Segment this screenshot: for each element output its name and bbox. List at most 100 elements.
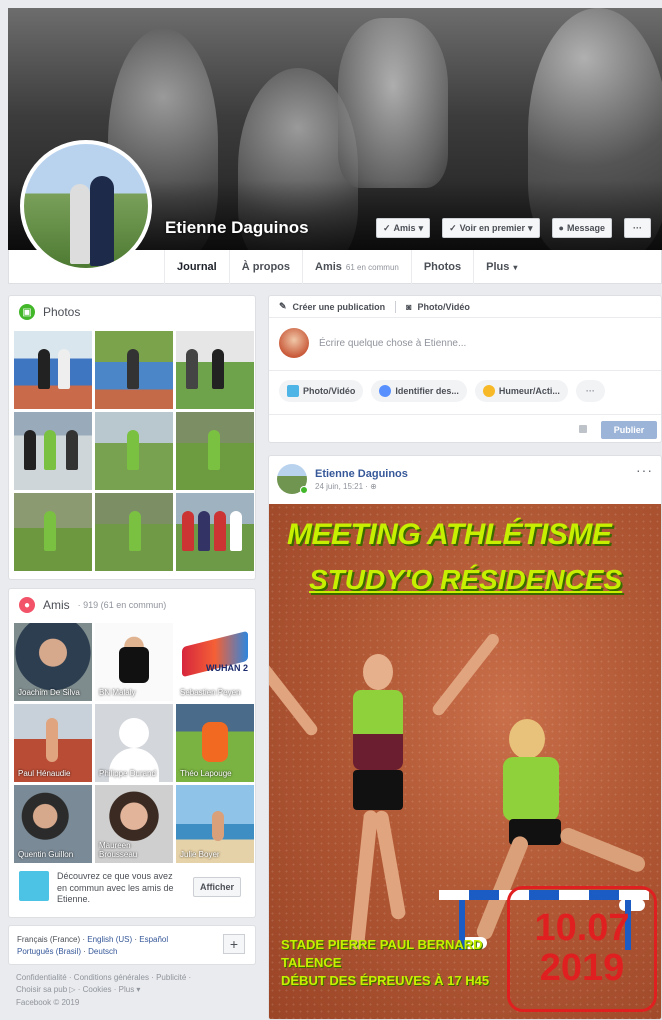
caret-down-icon: ▾ — [513, 262, 518, 272]
photo-icon — [287, 385, 299, 397]
check-icon: ✓ — [449, 222, 457, 233]
composer-options: Photo/Vidéo Identifier des... Humeur/Act… — [279, 380, 605, 402]
see-first-button[interactable]: ✓ Voir en premier ▾ — [442, 218, 540, 238]
friend-tile[interactable]: Julie Boyer — [176, 785, 254, 863]
photo-video-option[interactable]: Photo/Vidéo — [279, 380, 364, 402]
photo-thumbnail[interactable] — [14, 331, 92, 409]
photo-video-tab[interactable]: Photo/Vidéo — [418, 302, 470, 312]
show-button[interactable]: Afficher — [193, 877, 242, 897]
publish-button[interactable]: Publier — [601, 421, 657, 439]
profile-picture-person — [90, 176, 114, 266]
create-post-tab[interactable]: Créer une publication — [293, 302, 386, 312]
footer-links[interactable]: Confidentialité · Conditions générales ·… — [16, 972, 254, 984]
footer-links[interactable]: Choisir sa pub ▷ · Cookies · Plus ▾ — [16, 984, 254, 996]
messenger-icon: ● — [558, 223, 564, 233]
friends-button-label: Amis — [393, 223, 416, 233]
tab-label: À propos — [241, 261, 291, 273]
more-options-button[interactable]: ··· — [575, 380, 605, 402]
photos-card-header[interactable]: ▣ Photos — [9, 296, 255, 328]
composer-footer: Publier — [269, 414, 661, 444]
photos-icon: ▣ — [19, 304, 35, 320]
photo-thumbnail[interactable] — [176, 412, 254, 490]
photo-thumbnail[interactable] — [176, 331, 254, 409]
friend-name[interactable]: Théo Lapouge — [180, 769, 252, 778]
profile-picture[interactable] — [20, 140, 152, 272]
post-options-button[interactable]: ··· — [636, 462, 653, 478]
avatar[interactable] — [277, 464, 308, 494]
friend-tile[interactable]: Paul Hénaudie — [14, 704, 92, 782]
friend-tile[interactable]: Maureen Brousseau — [95, 785, 173, 863]
feeling-activity-option[interactable]: Humeur/Acti... — [474, 380, 568, 402]
message-button-label: Message — [566, 223, 605, 233]
divider — [395, 300, 397, 313]
photo-thumbnail[interactable] — [95, 412, 173, 490]
friend-name[interactable]: Philippe Durand — [99, 769, 171, 778]
composer-tabs: ✎ Créer une publication ◙ Photo/Vidéo — [269, 296, 661, 318]
language-link[interactable]: Español — [139, 935, 168, 944]
default-avatar-icon — [119, 718, 149, 748]
venue-line: STADE PIERRE PAUL BERNARD — [281, 937, 483, 952]
check-icon: ✓ — [383, 222, 391, 233]
friend-tile[interactable]: WUHAN 2 Sebastien Peyen — [176, 623, 254, 701]
add-language-button[interactable]: + — [223, 934, 245, 954]
profile-name[interactable]: Etienne Daguinos — [165, 218, 309, 238]
post-composer: ✎ Créer une publication ◙ Photo/Vidéo Éc… — [268, 295, 662, 443]
message-button[interactable]: ● Message — [551, 218, 612, 238]
tab-more[interactable]: Plus ▾ — [473, 250, 529, 284]
friend-name[interactable]: Maureen Brousseau — [99, 841, 171, 859]
friend-tile[interactable]: Théo Lapouge — [176, 704, 254, 782]
friend-name[interactable]: Sebastien Peyen — [180, 688, 252, 697]
friends-count: · 919 (61 en commun) — [77, 600, 167, 610]
friends-button[interactable]: ✓ Amis ▾ — [376, 218, 431, 238]
friends-icon: ● — [19, 597, 35, 613]
avatar — [279, 328, 309, 358]
languages-list: Français (France) · English (US) · Españ… — [17, 934, 217, 958]
caret-down-icon: ▾ — [418, 222, 424, 233]
profile-picture-person — [70, 184, 90, 264]
more-actions-button[interactable]: ··· — [624, 218, 651, 238]
poster-date: 10.07 2019 — [507, 886, 657, 1012]
friend-name[interactable]: BN Malaly — [99, 688, 171, 697]
tab-label: Plus — [486, 261, 510, 273]
tab-label: Amis — [315, 261, 342, 273]
post-author[interactable]: Etienne Daguinos — [315, 468, 408, 480]
composer-input[interactable]: Écrire quelque chose à Etienne... — [319, 338, 466, 349]
camera-icon: ◙ — [406, 301, 412, 312]
photo-thumbnail[interactable] — [176, 493, 254, 571]
tab-about[interactable]: À propos — [228, 250, 302, 284]
tag-friends-option[interactable]: Identifier des... — [371, 380, 467, 402]
friends-card-header[interactable]: ● Amis · 919 (61 en commun) — [9, 589, 255, 621]
tab-friends[interactable]: Amis 61 en commun — [302, 250, 411, 284]
friends-title: Amis — [43, 598, 70, 612]
post-image[interactable]: MEETING ATHLÉTISME STUDY'O RÉSIDENCES ST… — [269, 504, 661, 1019]
friend-tile[interactable]: Joachim De Silva — [14, 623, 92, 701]
tab-label: Photos — [423, 261, 462, 273]
friend-tile[interactable]: Philippe Durand — [95, 704, 173, 782]
caret-down-icon: ▾ — [528, 222, 533, 233]
friend-name[interactable]: Joachim De Silva — [18, 688, 90, 697]
photo-thumbnail[interactable] — [14, 412, 92, 490]
composer-input-row: Écrire quelque chose à Etienne... — [279, 328, 466, 358]
photo-thumbnail[interactable] — [14, 493, 92, 571]
language-link[interactable]: English (US) — [87, 935, 132, 944]
pencil-icon: ✎ — [279, 301, 287, 311]
divider — [269, 370, 661, 371]
privacy-icon[interactable] — [579, 425, 587, 433]
tab-journal[interactable]: Journal — [164, 250, 229, 284]
language-link[interactable]: Português (Brasil) — [17, 947, 81, 956]
photo-thumbnail[interactable] — [95, 493, 173, 571]
date-line: 2019 — [539, 947, 625, 989]
current-language: Français (France) — [17, 935, 81, 944]
friend-name[interactable]: Paul Hénaudie — [18, 769, 90, 778]
friend-tile[interactable]: BN Malaly — [95, 623, 173, 701]
friend-tile[interactable]: Quentin Guillon — [14, 785, 92, 863]
poster-title: MEETING ATHLÉTISME — [287, 518, 612, 551]
photo-thumbnail[interactable] — [95, 331, 173, 409]
friend-name[interactable]: Quentin Guillon — [18, 850, 90, 859]
post-timestamp[interactable]: 24 juin, 15:21 · ⊕ — [315, 482, 408, 491]
post-header: Etienne Daguinos 24 juin, 15:21 · ⊕ — [277, 464, 408, 494]
discover-common: Découvrez ce que vous avez en commun ave… — [19, 871, 249, 906]
friend-name[interactable]: Julie Boyer — [180, 850, 252, 859]
tab-photos[interactable]: Photos — [410, 250, 473, 284]
language-link[interactable]: Deutsch — [88, 947, 117, 956]
